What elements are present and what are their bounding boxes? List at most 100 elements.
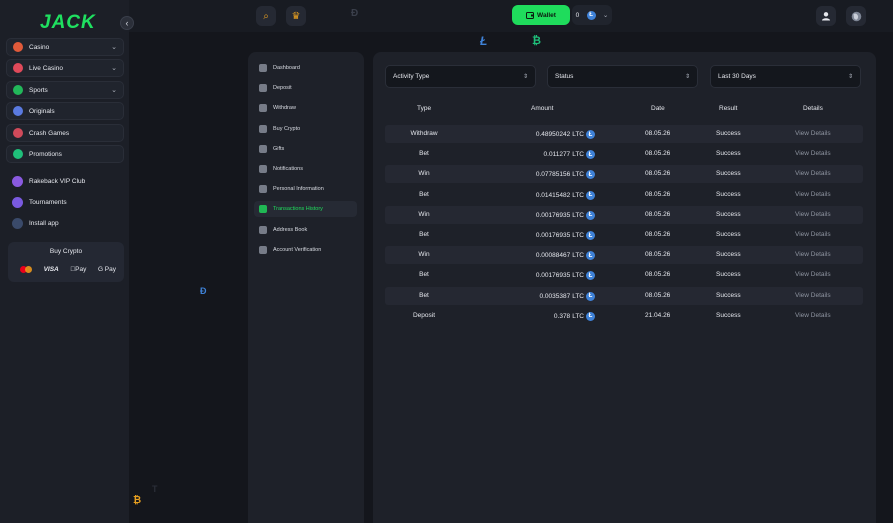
left-sidebar: JACK Casino ⌄ Live Casino ⌄ Sports ⌄ Ori…: [0, 0, 129, 523]
chevron-down-icon[interactable]: ⌄: [111, 43, 117, 51]
litecoin-icon: Ł: [586, 130, 595, 139]
table-row: Bet 0.00176935 LTC Ł 08.05.26 Success View Det…: [385, 226, 863, 244]
cell-amount: 0.48950242 LTC Ł: [495, 130, 595, 139]
vip-crown-button[interactable]: ♛: [286, 6, 306, 26]
cell-result: Success: [716, 291, 741, 299]
language-button[interactable]: [846, 6, 866, 26]
globe-icon: [851, 11, 861, 21]
sidebar-item-tournaments[interactable]: Tournaments: [6, 194, 124, 210]
sidebar-item-crash-games[interactable]: Crash Games: [6, 124, 124, 142]
cell-amount: 0.0035387 LTC Ł: [495, 291, 595, 301]
litecoin-icon: Ł: [586, 190, 595, 200]
sidebar-item-live-casino[interactable]: Live Casino ⌄: [6, 59, 124, 77]
deposit-icon: [259, 84, 267, 92]
view-details-link[interactable]: View Details: [795, 312, 831, 319]
live-casino-icon: [13, 63, 23, 73]
profile-button[interactable]: [816, 6, 836, 26]
cell-type: Deposit: [412, 311, 436, 319]
menu-item-buy-crypto[interactable]: Buy Crypto: [254, 121, 357, 137]
sidebar-item-install-app[interactable]: Install app: [6, 215, 124, 231]
cell-type: Win: [418, 210, 430, 218]
sidebar-item-rakeback-vip-club[interactable]: Rakeback VIP Club: [6, 173, 124, 189]
cell-type: Bet: [419, 291, 429, 299]
cell-result: Success: [716, 311, 741, 319]
sidebar-item-label: Promotions: [29, 150, 62, 158]
account-settings-menu: Dashboard Deposit Withdraw Buy Crypto Gi…: [248, 52, 364, 523]
sort-arrows-icon: ⇕: [684, 74, 690, 80]
view-details-link[interactable]: View Details: [795, 130, 831, 137]
brand-logo[interactable]: JACK: [40, 12, 96, 34]
activity-type-select[interactable]: Activity Type ⇕: [385, 65, 536, 88]
vip-icon: [12, 175, 23, 187]
status-select[interactable]: Status ⇕: [547, 65, 698, 88]
cell-amount: 0.01415482 LTC Ł: [495, 190, 595, 200]
cell-result: Success: [716, 231, 741, 238]
sidebar-item-promotions[interactable]: Promotions: [6, 145, 124, 163]
cell-amount: 0.00176935 LTC Ł: [495, 271, 595, 281]
view-details-link[interactable]: View Details: [795, 150, 831, 157]
cell-amount: 0.011277 LTC Ł: [495, 150, 595, 160]
cell-amount: 0.00176935 LTC Ł: [495, 210, 595, 220]
sidebar-item-label: Casino: [29, 43, 50, 51]
sidebar-item-label: Tournaments: [29, 198, 67, 206]
sidebar-item-label: Crash Games: [29, 129, 70, 137]
column-header-result: Result: [719, 105, 738, 112]
cell-amount: 0.00176935 LTC Ł: [495, 231, 595, 240]
id-card-icon: [259, 185, 267, 193]
litecoin-icon: Ł: [586, 291, 595, 301]
view-details-link[interactable]: View Details: [795, 191, 831, 198]
buy-crypto-card[interactable]: Buy Crypto VISA Pay G Pay: [8, 242, 124, 282]
cell-date: 08.05.26: [645, 210, 671, 218]
chevron-down-icon[interactable]: ⌄: [111, 64, 117, 72]
view-details-link[interactable]: View Details: [795, 170, 831, 177]
column-header-type: Type: [417, 105, 432, 112]
wallet-icon: [526, 12, 535, 19]
bitcoin-orange-icon: ₿: [133, 495, 142, 506]
menu-item-transactions-history[interactable]: Transactions History: [254, 201, 357, 217]
view-details-link[interactable]: View Details: [795, 231, 831, 238]
menu-item-withdraw[interactable]: Withdraw: [254, 100, 357, 116]
status-value: Status: [555, 73, 574, 80]
table-row: Win 0.07785156 LTC Ł 08.05.26 Success View Det…: [385, 165, 863, 184]
search-button[interactable]: ⌕: [256, 6, 276, 26]
view-details-link[interactable]: View Details: [795, 292, 831, 299]
sidebar-item-casino[interactable]: Casino ⌄: [6, 38, 124, 56]
sort-arrows-icon: ⇕: [522, 74, 528, 80]
table-row: Win 0.00176935 LTC Ł 08.05.26 Success View Det…: [385, 205, 863, 224]
menu-item-account-verification[interactable]: Account Verification: [254, 242, 357, 258]
menu-item-deposit[interactable]: Deposit: [254, 80, 357, 96]
sidebar-item-label: Sports: [29, 86, 48, 94]
view-details-link[interactable]: View Details: [795, 271, 831, 278]
balance-selector[interactable]: 0 Ł ⌄: [572, 5, 612, 25]
view-details-link[interactable]: View Details: [795, 211, 831, 218]
sidebar-item-originals[interactable]: Originals: [6, 102, 124, 120]
collapse-sidebar-button[interactable]: ‹: [120, 16, 134, 30]
wallet-button[interactable]: Wallet: [512, 5, 570, 25]
card-icon: [259, 125, 267, 133]
period-select[interactable]: Last 30 Days ⇕: [710, 65, 861, 88]
sidebar-item-label: Install app: [29, 219, 59, 227]
cell-type: Win: [418, 170, 430, 178]
sort-arrows-icon: ⇕: [847, 74, 853, 80]
view-details-link[interactable]: View Details: [795, 251, 831, 258]
cell-date: 08.05.26: [645, 190, 671, 198]
chevron-down-icon[interactable]: ⌄: [111, 86, 117, 94]
cell-date: 08.05.26: [645, 291, 671, 299]
litecoin-deco-icon: Ł: [480, 34, 488, 48]
litecoin-icon: Ł: [586, 231, 595, 240]
menu-item-gifts[interactable]: Gifts: [254, 141, 357, 157]
cell-type: Withdraw: [410, 130, 438, 137]
sidebar-item-sports[interactable]: Sports ⌄: [6, 81, 124, 99]
menu-item-personal-information[interactable]: Personal Information: [254, 181, 357, 197]
chevron-down-icon: ⌄: [602, 12, 609, 19]
dogecoin-icon: Đ: [351, 8, 359, 19]
top-bar: ⌕ ♛: [129, 0, 893, 32]
tether-deco-icon: T: [152, 484, 158, 494]
cell-date: 08.05.26: [645, 231, 671, 238]
column-header-amount: Amount: [531, 105, 554, 112]
menu-item-dashboard[interactable]: Dashboard: [254, 60, 357, 76]
menu-item-address-book[interactable]: Address Book: [254, 222, 357, 238]
menu-item-notifications[interactable]: Notifications: [254, 161, 357, 177]
withdraw-icon: [259, 104, 267, 112]
gift-icon: [259, 145, 267, 153]
